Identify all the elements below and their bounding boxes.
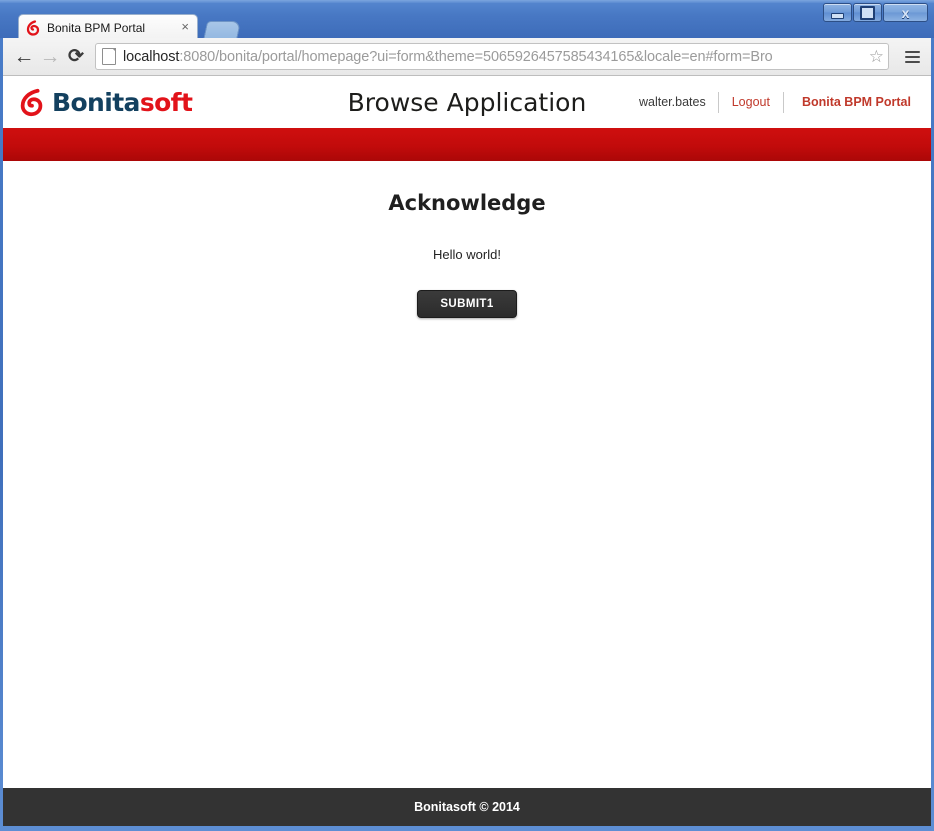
url-path: :8080/bonita/portal/homepage?ui=form&the…: [179, 48, 773, 65]
menu-icon-line: [904, 50, 920, 53]
url-text: localhost:8080/bonita/portal/homepage?ui…: [123, 49, 867, 65]
tab-strip: Bonita BPM Portal ×: [0, 12, 934, 41]
address-bar[interactable]: localhost:8080/bonita/portal/homepage?ui…: [95, 43, 889, 70]
bonita-favicon-icon: [25, 19, 41, 36]
header-actions: walter.bates Logout Bonita BPM Portal: [627, 91, 917, 113]
footer-copyright: Bonitasoft © 2014: [414, 800, 520, 814]
form-message: Hello world!: [433, 247, 501, 262]
forward-arrow-icon: →: [39, 45, 61, 68]
menu-icon-line: [904, 55, 920, 58]
url-host: localhost: [123, 48, 180, 65]
bonitasoft-logo[interactable]: Bonitasoft: [17, 87, 193, 117]
logout-link[interactable]: Logout: [719, 95, 783, 109]
page-viewport: Bonitasoft Browse Application walter.bat…: [3, 76, 931, 826]
tab-close-icon[interactable]: ×: [179, 20, 191, 35]
logo-text-soft: soft: [139, 87, 193, 117]
back-arrow-icon: ←: [13, 45, 35, 68]
submit1-button[interactable]: SUBMIT1: [417, 290, 517, 318]
current-user-label: walter.bates: [639, 95, 706, 109]
browser-toolbar: ← → ⟳ localhost:8080/bonita/portal/homep…: [3, 38, 931, 76]
red-navigation-band: [3, 128, 931, 161]
bonitasoft-swirl-icon: [17, 87, 47, 117]
back-button[interactable]: ←: [11, 44, 37, 70]
menu-icon-line: [904, 60, 920, 63]
titlebar-highlight: [0, 0, 934, 3]
reload-button[interactable]: ⟳: [63, 44, 89, 70]
tab-bonita-bpm-portal[interactable]: Bonita BPM Portal ×: [18, 14, 198, 40]
page-document-icon: [102, 48, 116, 65]
forward-button[interactable]: →: [37, 44, 63, 70]
site-footer: Bonitasoft © 2014: [3, 788, 931, 826]
browser-menu-button[interactable]: [901, 50, 923, 63]
site-header: Bonitasoft Browse Application walter.bat…: [3, 76, 931, 128]
tab-title: Bonita BPM Portal: [47, 20, 146, 35]
form-heading: Acknowledge: [388, 191, 546, 215]
logo-text-bonita: Bonita: [52, 87, 140, 117]
reload-icon: ⟳: [68, 46, 84, 67]
form-content: Acknowledge Hello world! SUBMIT1: [3, 161, 931, 771]
bookmark-star-icon[interactable]: ☆: [869, 48, 884, 65]
browser-window: x Bonita BPM Portal × ← → ⟳ localhost:80…: [0, 0, 934, 831]
logo-wordmark: Bonitasoft: [52, 87, 193, 117]
bonita-bpm-portal-link[interactable]: Bonita BPM Portal: [784, 95, 917, 109]
